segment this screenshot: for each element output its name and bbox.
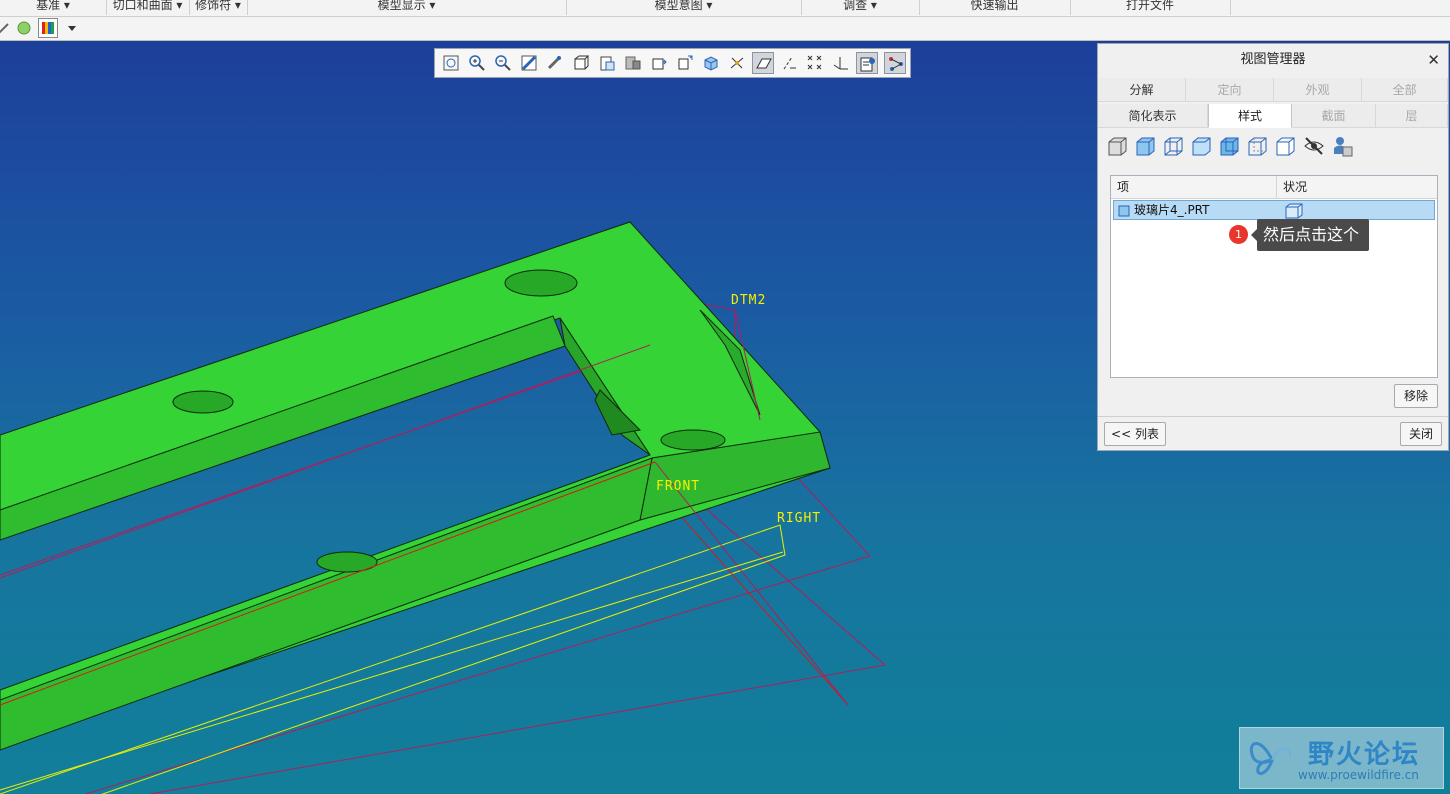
tab-style[interactable]: 样式 [1208,104,1292,128]
display-style-button[interactable] [622,52,644,74]
tab-layer[interactable]: 层 [1376,104,1448,128]
datum-label-front[interactable]: FRONT [656,479,700,494]
tab-simplified-rep[interactable]: 简化表示 [1098,104,1208,128]
tab-section[interactable]: 截面 [1292,104,1376,128]
front-plane-lower [0,459,887,794]
csys-display-icon [833,57,848,70]
point-display-button[interactable] [804,52,826,74]
graphics-toolbar [434,48,911,78]
list-row-part[interactable]: 玻璃片4_.PRT [1113,200,1435,220]
tab-appearance[interactable]: 外观 [1274,78,1362,102]
style-toolbar [1106,134,1446,158]
saved-orientations-button[interactable] [570,52,592,74]
view-manager-button[interactable] [648,52,670,74]
status-cube-icon[interactable] [1284,202,1304,219]
ribbon-group-bar: 基准 ▾ 切口和曲面 ▾ 修饰符 ▾ 模型显示 ▾ 模型意图 ▾ 调查 ▾ 快速… [0,0,1450,17]
plane-display-icon [756,58,772,69]
spin-center-toggle-icon [889,57,903,71]
wireframe-icon[interactable] [1162,134,1186,158]
list-toggle-button[interactable]: << 列表 [1104,422,1166,446]
watermark-name: 野火论坛 [1308,740,1421,770]
ribbon-group-quick-output[interactable]: 快速输出 [919,0,1071,15]
part-icon [1118,205,1130,217]
view-manager-icon [652,58,667,70]
color-palette-button[interactable] [38,18,58,38]
appearance-ball-icon[interactable] [16,20,32,36]
refit-icon [443,55,459,71]
ribbon-group-open-file[interactable]: 打开文件 [1070,0,1231,15]
hidden-line-icon[interactable] [1246,134,1270,158]
perspective-button[interactable] [674,52,696,74]
color-palette-icon [42,22,54,34]
forum-watermark: 野火论坛 www.proewildfire.cn [1239,727,1444,789]
no-hidden-icon[interactable] [1274,134,1298,158]
watermark-url: www.proewildfire.cn [1298,768,1419,782]
named-views-button[interactable] [596,52,618,74]
point-display-icon [807,55,822,70]
axis-display-button[interactable] [778,52,800,74]
list-header: 项 状况 [1111,176,1437,199]
zoom-out-button[interactable] [492,52,514,74]
datum-display-button[interactable] [726,52,748,74]
datum-label-right[interactable]: RIGHT [777,511,821,526]
callout-text: 然后点击这个 [1250,219,1370,251]
perspective-icon [678,55,693,70]
part-glass-frame [0,221,831,751]
spin-center-icon [547,55,562,70]
repaint-icon [521,55,537,71]
tab-all[interactable]: 全部 [1362,78,1448,102]
display-style-icon [625,56,641,70]
quick-access-toolbar [0,17,1450,41]
transparent-icon[interactable] [1218,134,1242,158]
hide-icon[interactable] [1302,134,1326,158]
spin-center-button[interactable] [544,52,566,74]
annotation-display-icon [860,57,875,72]
sketch-icon[interactable] [0,20,12,36]
datum-label-dtm2[interactable]: DTM2 [731,293,766,308]
ribbon-group-model-display[interactable]: 模型显示 ▾ [247,0,567,15]
row-item-label: 玻璃片4_.PRT [1134,203,1210,217]
plane-display-button[interactable] [752,52,774,74]
csys-display-button[interactable] [830,52,852,74]
step-badge: 1 [1229,225,1248,244]
zoom-in-button[interactable] [466,52,488,74]
ribbon-group-model-intent[interactable]: 模型意图 ▾ [566,0,802,15]
style-list: 项 状况 玻璃片4_.PRT [1110,175,1438,378]
ribbon-group-investigate[interactable]: 调查 ▾ [801,0,920,15]
datum-display-icon [730,57,744,69]
close-icon[interactable]: ✕ [1427,44,1440,76]
remove-button[interactable]: 移除 [1394,384,1438,408]
zoom-out-icon [495,55,511,71]
named-views-icon [600,56,615,71]
butterfly-logo-icon [1249,742,1292,776]
ribbon-group-modifier[interactable]: 修饰符 ▾ [189,0,248,15]
dialog-title: 视图管理器 [1240,52,1306,67]
annotation-display-button[interactable] [856,52,878,74]
tab-orient[interactable]: 定向 [1186,78,1274,102]
tab-explode[interactable]: 分解 [1098,78,1186,102]
spin-center-toggle-button[interactable] [884,52,906,74]
shaded-button[interactable] [700,52,722,74]
column-status[interactable]: 状况 [1277,176,1437,198]
show-layer-icon[interactable] [1330,134,1354,158]
shaded-edges-icon[interactable] [1134,134,1158,158]
close-button[interactable]: 关闭 [1400,422,1442,446]
shaded-icon [704,56,718,71]
axis-display-icon [783,56,796,70]
ribbon-group-cut-surface[interactable]: 切口和曲面 ▾ [106,0,190,15]
chevron-down-icon[interactable] [64,20,80,36]
divider [1098,416,1448,417]
repaint-button[interactable] [518,52,540,74]
shaded-style-icon[interactable] [1106,134,1130,158]
refit-button[interactable] [440,52,462,74]
zoom-in-icon [469,55,485,71]
ribbon-group-datum[interactable]: 基准 ▾ [0,0,107,15]
saved-orientations-icon [574,55,590,70]
shaded-blank-icon[interactable] [1190,134,1214,158]
column-item[interactable]: 项 [1111,176,1277,198]
